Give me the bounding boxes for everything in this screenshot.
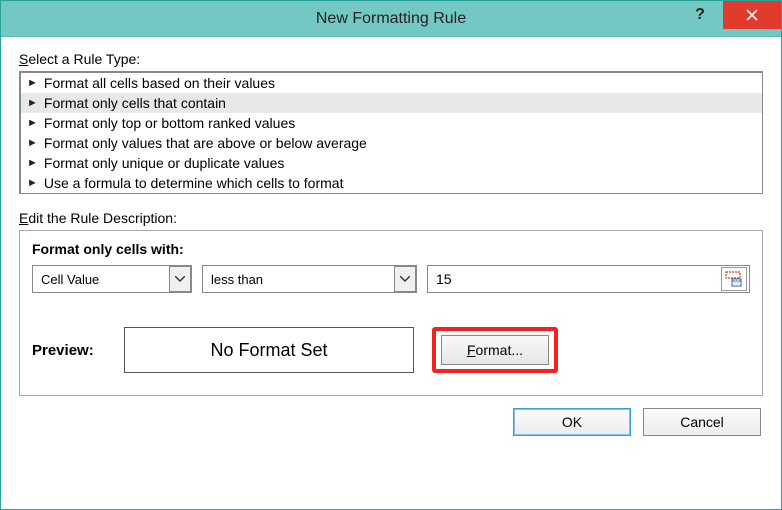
- dialog-button-row: OK Cancel: [19, 408, 763, 436]
- condition-row: Cell Value less than: [32, 265, 750, 293]
- window-title: New Formatting Rule: [1, 10, 781, 28]
- select-rule-type-label: Select a Rule Type:: [19, 51, 763, 67]
- comparison-operator-value: less than: [203, 272, 394, 287]
- arrow-icon: ►: [27, 137, 38, 149]
- title-bar: New Formatting Rule ?: [1, 1, 781, 37]
- help-button[interactable]: ?: [677, 1, 723, 29]
- dialog-window: New Formatting Rule ? Select a Rule Type…: [0, 0, 782, 510]
- ok-button[interactable]: OK: [513, 408, 631, 436]
- format-cells-with-label: Format only cells with:: [32, 241, 750, 257]
- titlebar-controls: ?: [677, 1, 781, 37]
- rule-description-box: Format only cells with: Cell Value less …: [19, 230, 763, 396]
- arrow-icon: ►: [27, 77, 38, 89]
- rule-type-item[interactable]: ►Use a formula to determine which cells …: [21, 173, 762, 193]
- rule-type-item[interactable]: ►Format only cells that contain: [21, 93, 762, 113]
- dialog-content: Select a Rule Type: ►Format all cells ba…: [1, 37, 781, 509]
- condition-type-value: Cell Value: [33, 272, 169, 287]
- close-icon: [746, 9, 758, 21]
- condition-type-combo[interactable]: Cell Value: [32, 265, 192, 293]
- arrow-icon: ►: [27, 157, 38, 169]
- preview-label: Preview:: [32, 342, 124, 359]
- value-input[interactable]: [428, 267, 721, 291]
- rule-type-item[interactable]: ►Format only top or bottom ranked values: [21, 113, 762, 133]
- arrow-icon: ►: [27, 117, 38, 129]
- range-selector-icon: [725, 271, 743, 287]
- format-button-highlight: Format...: [432, 327, 558, 373]
- preview-row: Preview: No Format Set Format...: [32, 327, 750, 373]
- preview-box: No Format Set: [124, 327, 414, 373]
- arrow-icon: ►: [27, 97, 38, 109]
- format-button[interactable]: Format...: [441, 335, 549, 365]
- arrow-icon: ►: [27, 177, 38, 189]
- chevron-down-icon[interactable]: [169, 266, 191, 292]
- value-input-container: [427, 265, 750, 293]
- cancel-button[interactable]: Cancel: [643, 408, 761, 436]
- chevron-down-icon[interactable]: [394, 266, 416, 292]
- close-button[interactable]: [723, 1, 781, 29]
- comparison-operator-combo[interactable]: less than: [202, 265, 417, 293]
- rule-type-item[interactable]: ►Format only unique or duplicate values: [21, 153, 762, 173]
- range-selector-button[interactable]: [721, 267, 747, 291]
- edit-description-label: Edit the Rule Description:: [19, 210, 763, 226]
- rule-type-item[interactable]: ►Format all cells based on their values: [21, 73, 762, 93]
- rule-type-item[interactable]: ►Format only values that are above or be…: [21, 133, 762, 153]
- rule-type-list[interactable]: ►Format all cells based on their values …: [19, 71, 763, 194]
